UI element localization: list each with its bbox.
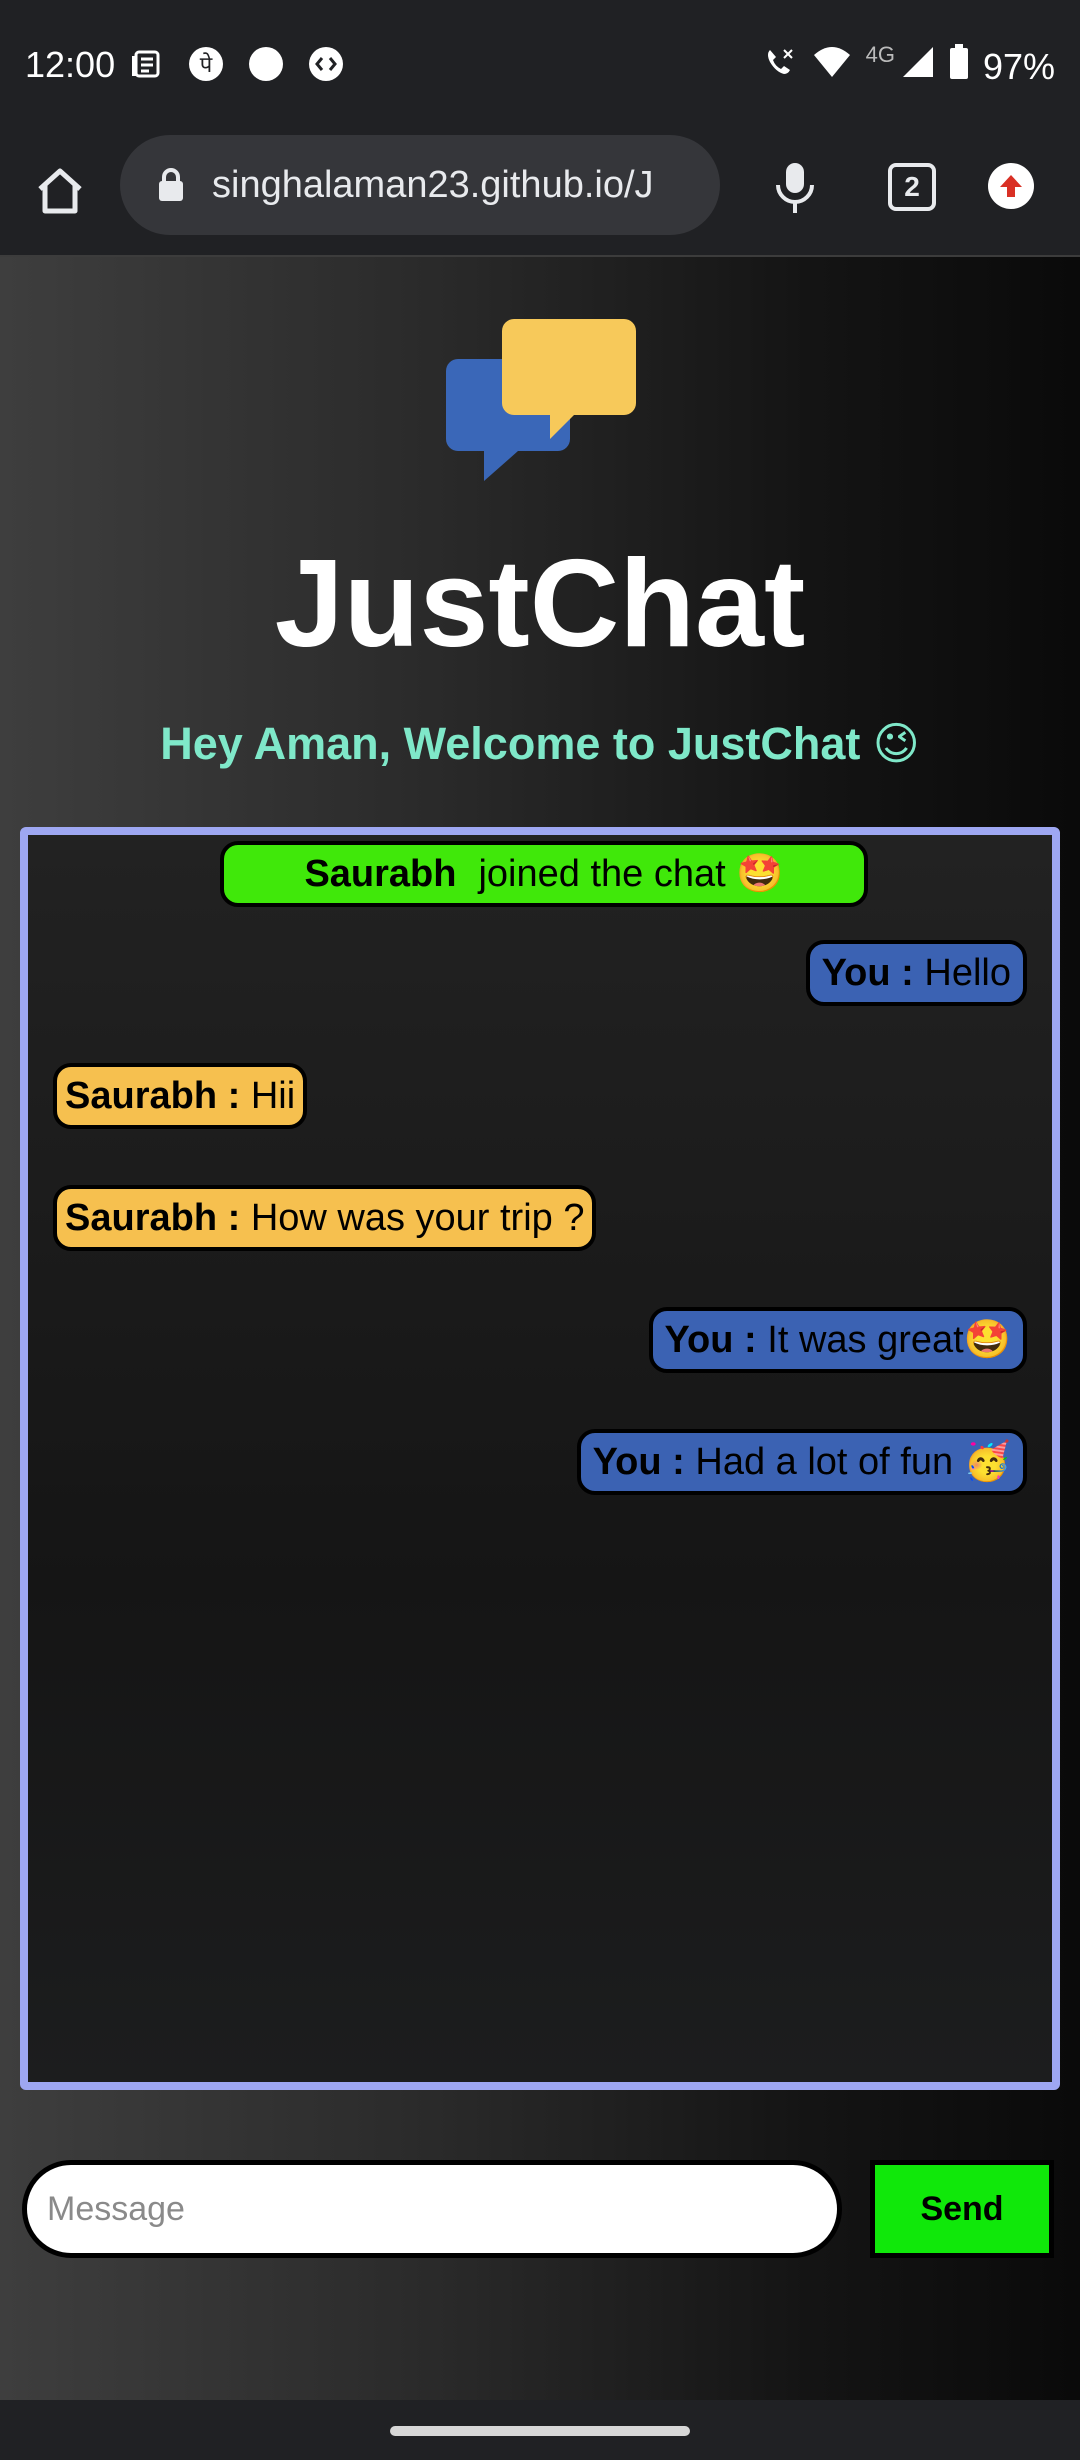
system-indicators: 4G 97% [762, 41, 1055, 89]
wifi-icon [812, 45, 852, 88]
message-bubble-you: You : Hello [805, 940, 1027, 1006]
signal-icon [901, 45, 935, 88]
message-input-wrapper [22, 2160, 842, 2258]
status-bar: 12:00 पे 4G 97% [0, 0, 1080, 135]
address-bar[interactable]: singhalaman23.github.io/J [120, 135, 720, 235]
svg-text:पे: पे [200, 52, 213, 78]
message-sender: You : [821, 951, 914, 994]
message-sender: Saurabh : [65, 1196, 241, 1239]
gesture-nav-bar [0, 2400, 1080, 2460]
pe-icon: पे [188, 46, 224, 82]
tab-switcher-button[interactable]: 2 [888, 163, 936, 211]
message-sender: You : [592, 1440, 685, 1483]
message-bubble-you: You : It was great🤩 [648, 1307, 1027, 1373]
lock-icon [156, 167, 186, 203]
microphone-icon[interactable] [770, 157, 820, 217]
join-name: Saurabh [304, 852, 457, 895]
notification-icons: पे [128, 46, 344, 82]
message-bubble-you: You : Had a lot of fun 🥳 [576, 1429, 1027, 1495]
home-gesture-handle[interactable] [390, 2426, 690, 2436]
welcome-message: Hey Aman, Welcome to JustChat 😉 [160, 718, 920, 769]
browser-toolbar: singhalaman23.github.io/J 2 [0, 135, 1080, 257]
message-text: Hello [924, 951, 1011, 994]
chat-container[interactable]: Saurabh joined the chat 🤩 You : Hello Sa… [20, 827, 1060, 2090]
message-text: Had a lot of fun 🥳 [695, 1441, 1011, 1483]
circle-icon [248, 46, 284, 82]
app-title: JustChat [274, 535, 806, 673]
url-text: singhalaman23.github.io/J [212, 163, 654, 206]
message-bubble-other: Saurabh : Hii [53, 1063, 308, 1129]
call-icon [762, 44, 798, 89]
message-sender: You : [664, 1318, 757, 1361]
message-sender: Saurabh : [65, 1074, 241, 1117]
battery-icon [949, 44, 969, 89]
home-icon[interactable] [30, 161, 90, 221]
page-content: JustChat Hey Aman, Welcome to JustChat 😉… [0, 257, 1080, 2400]
news-icon [128, 46, 164, 82]
message-bubble-other: Saurabh : How was your trip ? [53, 1185, 597, 1251]
join-text: joined the chat 🤩 [478, 853, 784, 895]
message-input[interactable] [27, 2165, 837, 2253]
message-text: It was great🤩 [767, 1319, 1011, 1361]
join-notification: Saurabh joined the chat 🤩 [220, 841, 868, 907]
network-type: 4G [865, 41, 895, 67]
message-text: How was your trip ? [250, 1196, 585, 1239]
send-button[interactable]: Send [870, 2160, 1054, 2258]
clock: 12:00 [25, 44, 116, 85]
battery-percent: 97% [982, 45, 1055, 87]
chat-logo-icon [444, 319, 636, 483]
message-text: Hii [250, 1074, 296, 1117]
update-icon[interactable] [988, 163, 1034, 209]
shazam-icon [308, 46, 344, 82]
